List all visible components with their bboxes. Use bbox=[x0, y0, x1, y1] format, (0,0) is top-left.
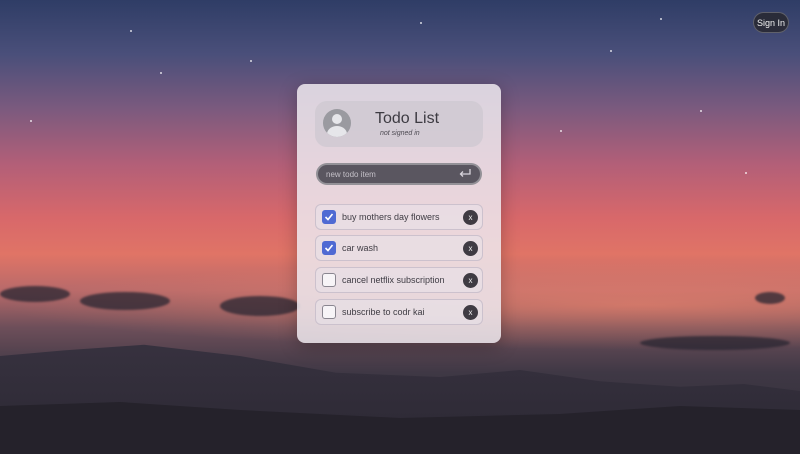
todo-item: car wash x bbox=[315, 235, 483, 261]
star bbox=[160, 72, 162, 74]
cloud bbox=[220, 296, 300, 316]
star bbox=[700, 110, 702, 112]
delete-todo-button[interactable]: x bbox=[463, 305, 478, 320]
todo-checkbox[interactable] bbox=[322, 273, 336, 287]
todo-item: cancel netflix subscription x bbox=[315, 267, 483, 293]
star bbox=[560, 130, 562, 132]
todo-label: car wash bbox=[342, 243, 379, 253]
user-avatar-icon bbox=[323, 109, 351, 137]
todo-checkbox[interactable] bbox=[322, 210, 336, 224]
todo-item: subscribe to codr kai x bbox=[315, 299, 483, 325]
star bbox=[660, 18, 662, 20]
enter-return-icon[interactable] bbox=[458, 168, 472, 180]
sign-in-status: not signed in bbox=[380, 130, 420, 137]
cloud bbox=[640, 336, 790, 350]
todo-label: cancel netflix subscription bbox=[342, 275, 445, 285]
profile-header: Todo List not signed in bbox=[315, 101, 483, 147]
todo-card: Todo List not signed in buy mothers day … bbox=[297, 84, 501, 343]
sign-in-button[interactable]: Sign In bbox=[753, 12, 789, 33]
checkmark-icon bbox=[324, 213, 334, 221]
star bbox=[250, 60, 252, 62]
todo-item: buy mothers day flowers x bbox=[315, 204, 483, 230]
todo-label: buy mothers day flowers bbox=[342, 212, 440, 222]
todo-checkbox[interactable] bbox=[322, 305, 336, 319]
star bbox=[130, 30, 132, 32]
page-title: Todo List bbox=[375, 110, 440, 127]
checkmark-icon bbox=[324, 244, 334, 252]
todo-label: subscribe to codr kai bbox=[342, 307, 425, 317]
star bbox=[610, 50, 612, 52]
cloud bbox=[755, 292, 785, 304]
delete-todo-button[interactable]: x bbox=[463, 241, 478, 256]
star bbox=[420, 22, 422, 24]
todo-checkbox[interactable] bbox=[322, 241, 336, 255]
cloud bbox=[80, 292, 170, 310]
star bbox=[745, 172, 747, 174]
delete-todo-button[interactable]: x bbox=[463, 210, 478, 225]
cloud bbox=[0, 286, 70, 302]
delete-todo-button[interactable]: x bbox=[463, 273, 478, 288]
star bbox=[30, 120, 32, 122]
